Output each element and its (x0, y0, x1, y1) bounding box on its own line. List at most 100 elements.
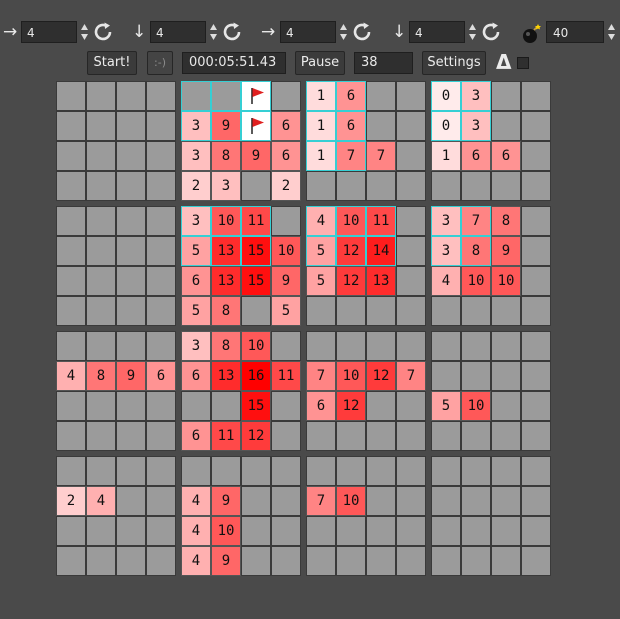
closed-cell[interactable] (116, 171, 146, 201)
closed-cell[interactable] (306, 296, 336, 326)
revealed-cell[interactable]: 10 (336, 486, 366, 516)
closed-cell[interactable] (431, 546, 461, 576)
revealed-cell[interactable]: 4 (56, 361, 86, 391)
closed-cell[interactable] (56, 296, 86, 326)
closed-cell[interactable] (241, 456, 271, 486)
revealed-cell[interactable]: 11 (366, 206, 396, 236)
revealed-cell[interactable]: 0 (431, 81, 461, 111)
closed-cell[interactable] (431, 361, 461, 391)
revealed-cell[interactable]: 11 (271, 361, 301, 391)
closed-cell[interactable] (146, 486, 176, 516)
closed-cell[interactable] (461, 516, 491, 546)
revealed-cell[interactable]: 10 (336, 206, 366, 236)
closed-cell[interactable] (396, 391, 426, 421)
closed-cell[interactable] (86, 391, 116, 421)
revealed-cell[interactable]: 8 (211, 141, 241, 171)
revealed-cell[interactable]: 6 (336, 111, 366, 141)
closed-cell[interactable] (116, 331, 146, 361)
closed-cell[interactable] (211, 391, 241, 421)
closed-cell[interactable] (146, 266, 176, 296)
closed-cell[interactable] (491, 171, 521, 201)
closed-cell[interactable] (461, 546, 491, 576)
closed-cell[interactable] (116, 296, 146, 326)
closed-cell[interactable] (86, 266, 116, 296)
closed-cell[interactable] (521, 266, 551, 296)
revealed-cell[interactable]: 8 (211, 331, 241, 361)
revealed-cell[interactable]: 6 (181, 266, 211, 296)
closed-cell[interactable] (491, 331, 521, 361)
closed-cell[interactable] (396, 486, 426, 516)
closed-cell[interactable] (271, 81, 301, 111)
revealed-cell[interactable]: 10 (211, 206, 241, 236)
revealed-cell[interactable]: 4 (306, 206, 336, 236)
revealed-cell[interactable]: 3 (181, 111, 211, 141)
closed-cell[interactable] (366, 171, 396, 201)
closed-cell[interactable] (431, 331, 461, 361)
closed-cell[interactable] (146, 516, 176, 546)
revealed-cell[interactable]: 1 (306, 81, 336, 111)
revealed-cell[interactable]: 4 (181, 516, 211, 546)
closed-cell[interactable] (271, 486, 301, 516)
revealed-cell[interactable]: 12 (336, 266, 366, 296)
closed-cell[interactable] (366, 331, 396, 361)
revealed-cell[interactable]: 2 (56, 486, 86, 516)
closed-cell[interactable] (431, 486, 461, 516)
closed-cell[interactable] (86, 456, 116, 486)
closed-cell[interactable] (366, 486, 396, 516)
closed-cell[interactable] (116, 236, 146, 266)
closed-cell[interactable] (146, 81, 176, 111)
closed-cell[interactable] (241, 296, 271, 326)
closed-cell[interactable] (56, 266, 86, 296)
closed-cell[interactable] (56, 206, 86, 236)
closed-cell[interactable] (56, 391, 86, 421)
closed-cell[interactable] (86, 81, 116, 111)
revealed-cell[interactable]: 15 (241, 391, 271, 421)
closed-cell[interactable] (491, 361, 521, 391)
closed-cell[interactable] (491, 421, 521, 451)
closed-cell[interactable] (366, 516, 396, 546)
revealed-cell[interactable]: 16 (241, 361, 271, 391)
closed-cell[interactable] (521, 361, 551, 391)
closed-cell[interactable] (241, 546, 271, 576)
revealed-cell[interactable]: 6 (181, 361, 211, 391)
revealed-cell[interactable]: 6 (146, 361, 176, 391)
closed-cell[interactable] (86, 141, 116, 171)
closed-cell[interactable] (521, 81, 551, 111)
closed-cell[interactable] (431, 296, 461, 326)
closed-cell[interactable] (181, 391, 211, 421)
closed-cell[interactable] (181, 81, 211, 111)
closed-cell[interactable] (56, 421, 86, 451)
revealed-cell[interactable]: 5 (181, 236, 211, 266)
revealed-cell[interactable]: 1 (431, 141, 461, 171)
closed-cell[interactable] (146, 171, 176, 201)
closed-cell[interactable] (56, 236, 86, 266)
revealed-cell[interactable]: 6 (306, 391, 336, 421)
revealed-cell[interactable]: 9 (116, 361, 146, 391)
closed-cell[interactable] (461, 486, 491, 516)
closed-cell[interactable] (521, 516, 551, 546)
closed-cell[interactable] (146, 421, 176, 451)
closed-cell[interactable] (116, 141, 146, 171)
closed-cell[interactable] (116, 516, 146, 546)
revealed-cell[interactable]: 8 (461, 236, 491, 266)
closed-cell[interactable] (521, 331, 551, 361)
closed-cell[interactable] (366, 111, 396, 141)
closed-cell[interactable] (491, 296, 521, 326)
closed-cell[interactable] (306, 171, 336, 201)
revealed-cell[interactable]: 6 (271, 111, 301, 141)
revealed-cell[interactable]: 9 (241, 141, 271, 171)
revealed-cell[interactable]: 4 (181, 486, 211, 516)
revealed-cell[interactable]: 10 (241, 331, 271, 361)
flag-cell[interactable] (241, 111, 271, 141)
closed-cell[interactable] (271, 516, 301, 546)
closed-cell[interactable] (366, 546, 396, 576)
closed-cell[interactable] (306, 516, 336, 546)
closed-cell[interactable] (146, 296, 176, 326)
revealed-cell[interactable]: 3 (431, 206, 461, 236)
closed-cell[interactable] (116, 206, 146, 236)
revealed-cell[interactable]: 9 (271, 266, 301, 296)
closed-cell[interactable] (336, 171, 366, 201)
closed-cell[interactable] (56, 141, 86, 171)
revealed-cell[interactable]: 7 (396, 361, 426, 391)
closed-cell[interactable] (521, 421, 551, 451)
